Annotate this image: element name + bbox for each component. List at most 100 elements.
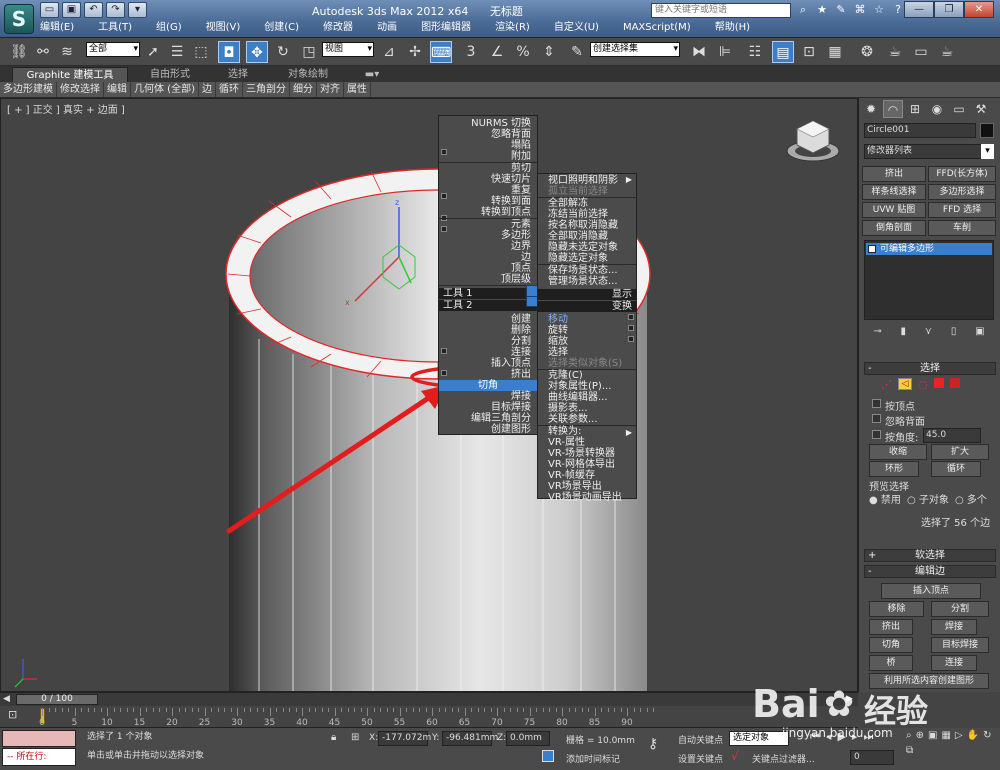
quad-right-item[interactable]: 关联参数... bbox=[538, 414, 636, 425]
percent-snap-icon[interactable]: % bbox=[512, 41, 534, 63]
rect-select-icon[interactable]: ⬚ bbox=[190, 41, 212, 63]
mod-button-spline-select[interactable]: 样条线选择 bbox=[862, 184, 926, 200]
polygon-level-icon[interactable] bbox=[933, 378, 944, 388]
tab-selection[interactable]: 选择 bbox=[212, 67, 264, 82]
display-icon[interactable]: ▭ bbox=[949, 100, 969, 118]
preview-multi-radio[interactable]: ○ 多个 bbox=[955, 491, 987, 506]
quad-left-item[interactable]: 创建 bbox=[439, 314, 537, 325]
goto-end-icon[interactable]: ⏭ bbox=[863, 730, 873, 744]
menu-item-5[interactable]: 修改器 bbox=[323, 20, 353, 36]
quad-left-item[interactable]: NURMS 切换 bbox=[439, 118, 537, 129]
orbit-icon[interactable]: ↻ bbox=[983, 730, 991, 741]
remove-button[interactable]: 移除 bbox=[869, 601, 924, 617]
quad-right-item[interactable]: 克隆(C) bbox=[538, 370, 636, 381]
menu-item-1[interactable]: 工具(T) bbox=[98, 20, 132, 36]
pivot-icon[interactable]: ⊿ bbox=[378, 41, 400, 63]
tab-object-paint[interactable]: 对象绘制 bbox=[276, 67, 340, 82]
ribbon-options-icon[interactable]: ▬▾ bbox=[360, 67, 384, 82]
quad-right-item[interactable]: 冻结当前选择 bbox=[538, 209, 636, 220]
edit-named-sel-icon[interactable]: ✎ bbox=[566, 41, 588, 63]
connect-button[interactable]: 连接 bbox=[931, 655, 977, 671]
hierarchy-icon[interactable]: ⊞ bbox=[905, 100, 925, 118]
viewport-perspective[interactable]: [ + ] 正交 ] 真实 + 边面 ] z x NURMS 切换 忽略背面 塌… bbox=[0, 98, 858, 692]
menu-item-9[interactable]: 自定义(U) bbox=[554, 20, 599, 36]
tab-freeform[interactable]: 自由形式 bbox=[136, 67, 204, 82]
quad-right-item[interactable]: 对象属性(P)... bbox=[538, 381, 636, 392]
goto-start-icon[interactable]: ⏮ bbox=[810, 730, 820, 744]
rotate-icon[interactable]: ↻ bbox=[272, 41, 294, 63]
select-manipulate-icon[interactable]: ✢ bbox=[404, 41, 426, 63]
restore-button[interactable]: ❐ bbox=[934, 1, 964, 18]
quad-right-item[interactable]: 管理场景状态... bbox=[538, 276, 636, 287]
align-icon[interactable]: ⊫ bbox=[714, 41, 736, 63]
show-end-result-icon[interactable]: ▮ bbox=[901, 326, 907, 340]
chevron-down-icon[interactable]: ▾ bbox=[981, 144, 994, 159]
tab-graphite[interactable]: Graphite 建模工具 bbox=[12, 67, 128, 82]
object-name-field[interactable]: Circle001 bbox=[864, 123, 976, 138]
key-icon[interactable]: ⚷ bbox=[648, 736, 658, 752]
graphite-toggle-icon[interactable]: ▤ bbox=[772, 41, 794, 63]
vertex-level-icon[interactable]: ⋰ bbox=[881, 378, 892, 391]
quad-right-item[interactable]: 选择类似对象(S) bbox=[538, 358, 636, 369]
app-logo-button[interactable]: S bbox=[4, 4, 34, 34]
grow-button[interactable]: 扩大 bbox=[931, 444, 989, 460]
ribbon-item-8[interactable]: 对齐 bbox=[317, 82, 344, 97]
mod-button-extrude[interactable]: 挤出 bbox=[862, 166, 926, 182]
maxscript-mini-listener[interactable]: -- 所在行: bbox=[2, 748, 76, 766]
quad-right-item[interactable]: 保存场景状态... bbox=[538, 265, 636, 276]
quad-left-item[interactable]: 快速切片 bbox=[439, 174, 537, 185]
link-icon[interactable]: ⛓ bbox=[8, 41, 30, 63]
star-outline-icon[interactable]: ☆ bbox=[871, 2, 887, 18]
mod-button-ffd-box[interactable]: FFD(长方体) bbox=[928, 166, 996, 182]
quad-left-item[interactable]: 删除 bbox=[439, 325, 537, 336]
lock-icon[interactable]: 🔒︎ bbox=[331, 732, 336, 743]
quad-right-item[interactable]: 全部取消隐藏 bbox=[538, 231, 636, 242]
pan-icon[interactable]: ✋ bbox=[967, 730, 979, 741]
quad-left-item[interactable]: 附加 bbox=[439, 151, 537, 162]
search-input[interactable]: 键入关键字或短语 bbox=[651, 3, 791, 18]
select-by-name-icon[interactable]: ☰ bbox=[166, 41, 188, 63]
ref-coord-dropdown[interactable]: 视图 bbox=[322, 42, 374, 57]
select-icon[interactable]: ➚ bbox=[142, 41, 164, 63]
expand-icon[interactable] bbox=[868, 245, 876, 253]
close-button[interactable]: ✕ bbox=[964, 1, 994, 18]
object-color-swatch[interactable] bbox=[980, 123, 994, 138]
track-bar[interactable]: ⊡ 0 5 10 15 20 25 30 35 40 45 50 55 60 65 70 75 80 85 90 bbox=[0, 706, 858, 728]
quad-right-item[interactable]: 摄影表... bbox=[538, 403, 636, 414]
quad-right-item[interactable]: 按名称取消隐藏 bbox=[538, 220, 636, 231]
ribbon-item-3[interactable]: 几何体 (全部) bbox=[131, 82, 199, 97]
modifier-list-dropdown[interactable]: 修改器列表 bbox=[864, 144, 994, 159]
time-tag-icon[interactable] bbox=[542, 750, 554, 762]
zoom-icon[interactable]: ⌕ bbox=[906, 730, 912, 741]
quad-item-chamfer[interactable]: 切角 bbox=[439, 380, 537, 391]
quad-left-item[interactable]: 边界 bbox=[439, 241, 537, 252]
menu-item-11[interactable]: 帮助(H) bbox=[715, 20, 750, 36]
dropdown-icon[interactable]: ▾ bbox=[128, 2, 147, 18]
quad-right-item[interactable]: 视口照明和阴影 bbox=[538, 175, 636, 186]
rollout-soft-selection[interactable]: + 软选择 bbox=[864, 549, 996, 562]
zoom-extents-icon[interactable]: ▣ bbox=[928, 730, 937, 741]
quad-right-item[interactable]: 全部解冻 bbox=[538, 198, 636, 209]
rollout-edit-edges[interactable]: - 编辑边 bbox=[864, 565, 996, 578]
ribbon-item-9[interactable]: 属性 bbox=[344, 82, 371, 97]
layer-manager-icon[interactable]: ☷ bbox=[744, 41, 766, 63]
ribbon-item-7[interactable]: 细分 bbox=[290, 82, 317, 97]
quad-left-item[interactable]: 元素 bbox=[439, 219, 537, 230]
maximize-viewport-icon[interactable]: ⧉ bbox=[906, 745, 913, 756]
binoculars-icon[interactable]: ⌕ bbox=[795, 2, 811, 18]
rollout-selection[interactable]: - 选择 bbox=[864, 362, 996, 375]
zoom-all-icon[interactable]: ⊕ bbox=[916, 730, 924, 741]
quad-left-item[interactable]: 目标焊接 bbox=[439, 402, 537, 413]
folder-open-icon[interactable]: ▭ bbox=[40, 2, 59, 18]
selection-filter-dropdown[interactable]: 全部 bbox=[86, 42, 140, 57]
by-angle-checkbox[interactable] bbox=[872, 430, 881, 439]
quad-left-item[interactable]: 顶点 bbox=[439, 263, 537, 274]
render-icon[interactable]: ☕ bbox=[936, 41, 958, 63]
y-coordinate-field[interactable]: -96.481mm bbox=[442, 731, 498, 746]
maxscript-listener-pink[interactable] bbox=[2, 730, 76, 747]
curve-editor-icon[interactable]: ⊡ bbox=[798, 41, 820, 63]
ribbon-item-1[interactable]: 修改选择 bbox=[57, 82, 104, 97]
quad-right-item[interactable]: 曲线编辑器... bbox=[538, 392, 636, 403]
motion-icon[interactable]: ◉ bbox=[927, 100, 947, 118]
quad-left-item[interactable]: 剪切 bbox=[439, 163, 537, 174]
